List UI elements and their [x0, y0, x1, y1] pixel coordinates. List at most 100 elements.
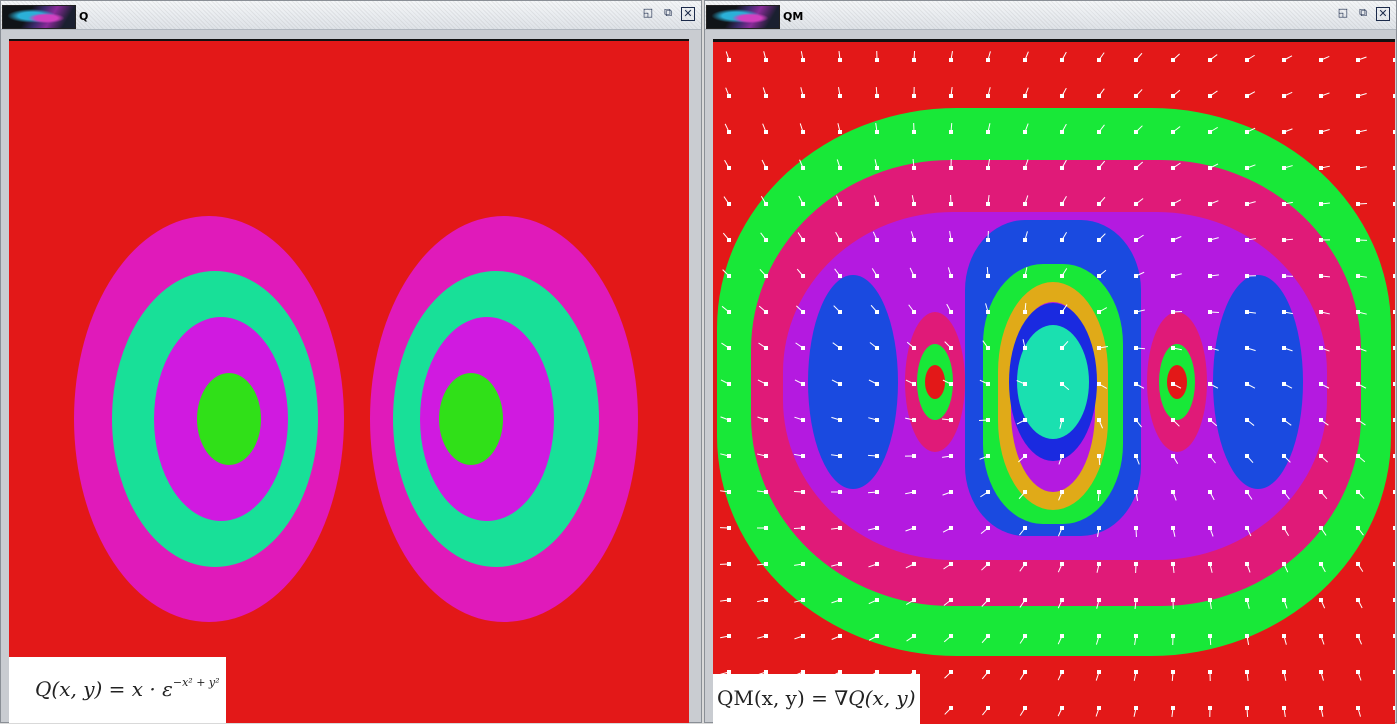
vector-dot: [764, 562, 768, 566]
vector-dot: [1319, 706, 1323, 710]
vector-dot: [986, 670, 990, 674]
vector-dot: [727, 634, 731, 638]
vector-dot: [1208, 634, 1212, 638]
vector-dot: [727, 166, 731, 170]
iconify-icon[interactable]: ◱: [1336, 7, 1350, 21]
vector-dot: [1060, 490, 1064, 494]
vector-dot: [1208, 94, 1212, 98]
vector-dot: [1208, 562, 1212, 566]
vector-dot: [1356, 634, 1360, 638]
vector-dot: [1023, 130, 1027, 134]
vector-dot: [1171, 526, 1175, 530]
vector-dot: [1319, 670, 1323, 674]
vector-dot: [1023, 526, 1027, 530]
vector-dot: [1023, 418, 1027, 422]
vector-dot: [1060, 562, 1064, 566]
vector-dot: [1245, 130, 1249, 134]
vector-dot: [838, 490, 842, 494]
vector-dot: [986, 706, 990, 710]
vector-dot: [838, 238, 842, 242]
vector-dot: [838, 418, 842, 422]
vector-dot: [1245, 526, 1249, 530]
qm-gradient-plot: QM(x, y) = ∇Q(x, y): [713, 39, 1395, 724]
vector-dot: [764, 490, 768, 494]
iconify-icon[interactable]: ◱: [641, 7, 655, 21]
vector-dot: [949, 418, 953, 422]
vector-dot: [1171, 418, 1175, 422]
vector-dot: [1208, 130, 1212, 134]
vector-dot: [1097, 238, 1101, 242]
vector-dot: [764, 58, 768, 62]
vector-dot: [1245, 238, 1249, 242]
vector-dot: [875, 562, 879, 566]
vector-dot: [912, 454, 916, 458]
maximize-icon[interactable]: ⧉: [1356, 7, 1370, 21]
close-icon[interactable]: ✕: [681, 7, 695, 21]
vector-dot: [1245, 58, 1249, 62]
vector-dot: [727, 454, 731, 458]
vector-dot: [764, 382, 768, 386]
vector-dot: [1282, 166, 1286, 170]
vector-dot: [1245, 310, 1249, 314]
vector-dot: [986, 274, 990, 278]
vector-dot: [801, 454, 805, 458]
vector-dot: [1023, 202, 1027, 206]
vector-dot: [1023, 346, 1027, 350]
vector-dot: [1134, 94, 1138, 98]
vector-dot: [1208, 670, 1212, 674]
vector-dot: [1356, 598, 1360, 602]
vector-dot: [875, 166, 879, 170]
vector-dot: [1097, 274, 1101, 278]
vector-dot: [1060, 238, 1064, 242]
window-qm: QM ◱ ⧉ ✕: [704, 0, 1397, 723]
vector-dot: [1245, 490, 1249, 494]
vector-dot: [1208, 598, 1212, 602]
vector-dot: [1356, 58, 1360, 62]
vector-dot: [1393, 562, 1395, 566]
vector-dot: [912, 166, 916, 170]
vector-dot: [912, 490, 916, 494]
vector-dot: [1245, 166, 1249, 170]
vector-dot: [1282, 274, 1286, 278]
vector-dot: [1208, 166, 1212, 170]
vector-dot: [949, 706, 953, 710]
window-q-titlebar[interactable]: Q ◱ ⧉ ✕: [1, 1, 701, 30]
window-qm-titlebar[interactable]: QM ◱ ⧉ ✕: [705, 1, 1396, 30]
vector-dot: [1171, 598, 1175, 602]
vector-dot: [1171, 310, 1175, 314]
vector-dot: [1393, 418, 1395, 422]
maximize-icon[interactable]: ⧉: [661, 7, 675, 21]
vector-dot: [1208, 202, 1212, 206]
vector-dot: [801, 418, 805, 422]
formula-lhs: QM(x, y): [717, 686, 805, 710]
vector-dot: [1060, 274, 1064, 278]
vector-dot: [986, 310, 990, 314]
vector-dot: [1282, 598, 1286, 602]
vector-dot: [838, 382, 842, 386]
vector-dot: [1134, 418, 1138, 422]
vector-dot: [1171, 58, 1175, 62]
vector-dot: [1245, 346, 1249, 350]
vector-dot: [764, 94, 768, 98]
vector-dot: [1393, 274, 1395, 278]
vector-dot: [764, 454, 768, 458]
vector-dot: [1208, 346, 1212, 350]
vector-dot: [1208, 274, 1212, 278]
vector-dot: [986, 598, 990, 602]
vector-dot: [1282, 346, 1286, 350]
close-icon[interactable]: ✕: [1376, 7, 1390, 21]
vector-dot: [1356, 274, 1360, 278]
vector-dot: [912, 562, 916, 566]
vector-dot: [838, 562, 842, 566]
vector-dot: [986, 238, 990, 242]
vector-dot: [764, 418, 768, 422]
vector-dot: [1171, 166, 1175, 170]
vector-dot: [1208, 418, 1212, 422]
vector-dot: [727, 202, 731, 206]
vector-dot: [801, 202, 805, 206]
vector-dot: [1134, 346, 1138, 350]
vector-dot: [875, 454, 879, 458]
vector-dot: [1023, 166, 1027, 170]
vector-dot: [1023, 94, 1027, 98]
vector-dot: [875, 598, 879, 602]
